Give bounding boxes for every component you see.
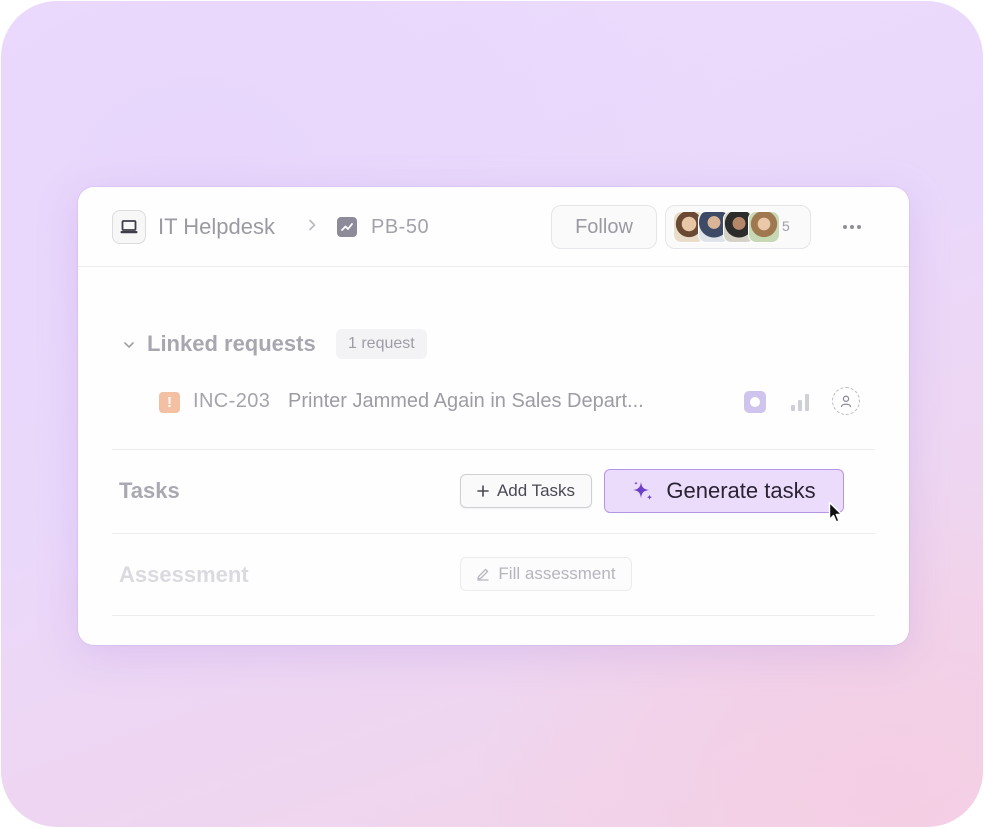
divider [112, 615, 875, 616]
tasks-label: Tasks [119, 478, 180, 503]
assessment-label: Assessment [119, 562, 249, 587]
pencil-icon [477, 568, 490, 581]
sparkle-icon [633, 481, 653, 500]
add-tasks-button[interactable]: Add Tasks [460, 474, 592, 508]
watchers-button[interactable]: 5 [665, 205, 811, 249]
laptop-icon[interactable] [112, 210, 146, 244]
ellipsis-icon[interactable] [836, 215, 868, 239]
mouse-pointer-icon [828, 501, 843, 523]
status-icon[interactable] [744, 391, 766, 413]
chevron-right-icon [309, 219, 316, 231]
divider [112, 449, 875, 450]
issue-header: IT Helpdesk PB-50 Follow 5 [78, 187, 909, 267]
generate-tasks-button[interactable]: Generate tasks [604, 469, 844, 513]
issue-key[interactable]: PB-50 [371, 215, 429, 239]
priority-bars-icon[interactable] [789, 391, 811, 413]
background-frame: IT Helpdesk PB-50 Follow 5 Linked reques… [1, 1, 983, 827]
chevron-down-icon[interactable] [121, 337, 137, 353]
watchers-count: 5 [782, 218, 790, 234]
project-name[interactable]: IT Helpdesk [158, 213, 275, 241]
plus-icon [477, 485, 489, 497]
generate-tasks-label: Generate tasks [666, 478, 816, 503]
warning-icon: ! [159, 392, 180, 413]
linked-requests-title[interactable]: Linked requests [147, 330, 316, 358]
request-key[interactable]: INC-203 [193, 390, 270, 413]
request-count-badge: 1 request [336, 329, 427, 359]
follow-button[interactable]: Follow [551, 205, 657, 249]
trend-chart-icon [337, 217, 357, 237]
request-title[interactable]: Printer Jammed Again in Sales Depart... [288, 390, 644, 413]
fill-assessment-label: Fill assessment [498, 564, 616, 583]
avatar [748, 211, 780, 243]
divider [112, 533, 875, 534]
issue-card: IT Helpdesk PB-50 Follow 5 Linked reques… [78, 187, 909, 645]
add-tasks-label: Add Tasks [496, 481, 576, 500]
unassigned-user-icon[interactable] [832, 387, 860, 415]
linked-request-row[interactable]: ! INC-203 Printer Jammed Again in Sales … [78, 385, 909, 421]
fill-assessment-button[interactable]: Fill assessment [460, 557, 632, 591]
